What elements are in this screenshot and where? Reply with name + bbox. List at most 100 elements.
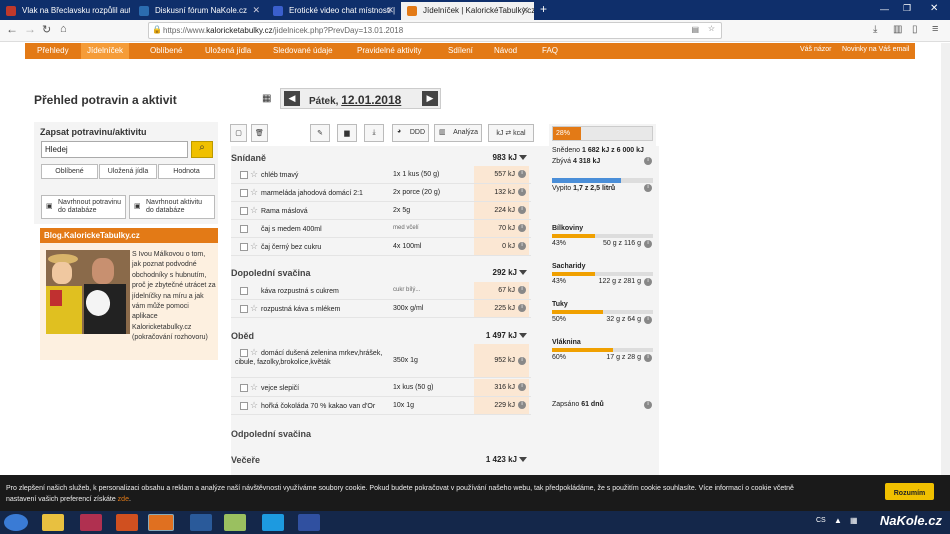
row-checkbox[interactable]	[240, 189, 248, 197]
winrar-icon[interactable]	[80, 514, 102, 531]
info-icon[interactable]: i	[518, 224, 526, 232]
page-scrollbar[interactable]	[941, 43, 950, 475]
favorite-star-icon[interactable]: ☆	[250, 187, 258, 198]
home-icon[interactable]: ⌂	[60, 23, 67, 35]
favorite-star-icon[interactable]: ☆	[250, 241, 258, 252]
menu-prehledy[interactable]: Přehledy	[37, 46, 69, 55]
info-icon[interactable]: i	[518, 170, 526, 178]
table-row[interactable]: čaj s medem 400ml med včelí 70 kJ i	[231, 220, 531, 238]
menu-sdileni[interactable]: Sdílení	[448, 46, 473, 55]
browser-tab-2[interactable]: Diskusní fórum NaKole.cz ✕	[133, 2, 265, 20]
favorite-star-icon[interactable]: ☆	[250, 205, 258, 216]
favorite-star-icon[interactable]: ☆	[250, 382, 258, 393]
tab-oblibene[interactable]: Oblíbené	[41, 164, 98, 179]
search-button[interactable]: ⌕	[191, 141, 213, 158]
section-dopoledni-svacina[interactable]: Dopolední svačina 292 kJ	[231, 268, 531, 278]
download-icon[interactable]: ⤓	[873, 24, 877, 35]
info-icon[interactable]: i	[518, 242, 526, 250]
menu-ulozena-jidla[interactable]: Uložená jídla	[205, 46, 251, 55]
info-icon[interactable]: i	[518, 188, 526, 196]
select-all-checkbox[interactable]: ▢	[230, 124, 247, 142]
close-tab-icon[interactable]: ✕	[521, 5, 529, 16]
close-window-icon[interactable]: ✕	[930, 3, 938, 14]
close-tab-icon[interactable]: ✕	[252, 5, 260, 16]
reader-view-icon[interactable]: ▤	[691, 25, 699, 34]
library-icon[interactable]: ▥	[893, 24, 902, 35]
blog-photo[interactable]	[46, 250, 130, 334]
tab-hodnota[interactable]: Hodnota	[158, 164, 215, 179]
language-indicator[interactable]: CS	[816, 517, 826, 524]
row-checkbox[interactable]	[240, 287, 248, 295]
save-download-icon[interactable]: ⤓	[364, 124, 384, 142]
start-button-icon[interactable]	[4, 514, 28, 531]
firefox-icon[interactable]	[148, 514, 174, 531]
table-row[interactable]: ☆ chléb tmavý 1x 1 kus (50 g) 557 kJ i	[231, 166, 531, 184]
url-bar[interactable]: 🔒 https://www.kaloricketabulky.cz/jideln…	[148, 22, 722, 39]
info-icon[interactable]: i	[644, 316, 652, 324]
menu-oblibene[interactable]: Oblíbené	[150, 46, 182, 55]
ddd-button[interactable]: ◕ DDD	[392, 124, 429, 142]
info-icon[interactable]: i	[644, 157, 652, 165]
row-checkbox[interactable]	[240, 402, 248, 410]
cookie-more-link[interactable]: zde	[118, 496, 129, 503]
network-icon[interactable]: ▦	[850, 516, 858, 525]
row-checkbox[interactable]	[240, 207, 248, 215]
info-icon[interactable]: i	[518, 286, 526, 294]
menu-pravidelne-aktivity[interactable]: Pravidelné aktivity	[357, 46, 421, 55]
table-row[interactable]: ☆ Rama máslová 2x 5g 224 kJ i	[231, 202, 531, 220]
info-icon[interactable]: i	[518, 206, 526, 214]
info-icon[interactable]: i	[644, 401, 652, 409]
info-icon[interactable]: i	[644, 240, 652, 248]
menu-vas-nazor[interactable]: Váš názor	[800, 46, 832, 53]
reload-icon[interactable]: ↻	[42, 23, 51, 36]
row-checkbox[interactable]	[240, 243, 248, 251]
table-row[interactable]: ☆ hořká čokoláda 70 % kakao van d'Or 10x 1…	[231, 397, 531, 415]
table-row[interactable]: ☆ čaj černý bez cukru 4x 100ml 0 kJ i	[231, 238, 531, 256]
favorite-star-icon[interactable]: ☆	[250, 303, 258, 314]
menu-sledovane-udaje[interactable]: Sledované údaje	[273, 46, 333, 55]
row-checkbox[interactable]	[240, 384, 248, 392]
table-row[interactable]: ☆ rozpustná káva s mlékem 300x g/ml 225 kJ i	[231, 300, 531, 318]
info-icon[interactable]: i	[644, 184, 652, 192]
search-input[interactable]: Hledej	[41, 141, 188, 158]
info-icon[interactable]: i	[644, 278, 652, 286]
menu-hamburger-icon[interactable]: ≡	[932, 23, 938, 35]
analyza-button[interactable]: ▥ Analýza	[434, 124, 482, 142]
section-odpoledni-svacina[interactable]: Odpolední svačina	[231, 429, 531, 439]
new-tab-icon[interactable]: +	[540, 2, 547, 16]
forward-icon[interactable]: →	[24, 22, 36, 36]
info-icon[interactable]: i	[518, 383, 526, 391]
blog-title[interactable]: Blog.KalorickeTabulky.cz	[40, 228, 218, 243]
table-row[interactable]: ☆ marmeláda jahodová domácí 2:1 2x porce (…	[231, 184, 531, 202]
row-checkbox[interactable]	[240, 225, 248, 233]
info-icon[interactable]: i	[644, 354, 652, 362]
bookmark-star-icon[interactable]: ☆	[708, 24, 715, 33]
menu-faq[interactable]: FAQ	[542, 46, 558, 55]
unit-toggle-button[interactable]: kJ ⇄ kcal	[488, 124, 534, 142]
propose-activity-button[interactable]: ▣ Navrhnout aktivitu do databáze	[129, 195, 215, 219]
favorite-star-icon[interactable]: ☆	[250, 400, 258, 411]
explorer-icon[interactable]	[42, 514, 64, 531]
delete-icon[interactable]: 🗑	[251, 124, 268, 142]
info-icon[interactable]: i	[518, 401, 526, 409]
app-icon[interactable]	[298, 514, 320, 531]
next-day-button[interactable]: ▶	[422, 91, 438, 106]
menu-jidelnicek[interactable]: Jídelníček	[81, 43, 130, 59]
table-row[interactable]: káva rozpustná s cukrem cukr bílý... 67 kJ…	[231, 282, 531, 300]
current-date[interactable]: 12.01.2018	[341, 93, 401, 107]
browser-tab-active[interactable]: Jídelníček | KalorickéTabulky.cz ✕	[401, 2, 534, 20]
outlook-icon[interactable]	[190, 514, 212, 531]
calendar-icon[interactable]: ▦	[262, 93, 271, 104]
skype-icon[interactable]	[262, 514, 284, 531]
back-icon[interactable]: ←	[6, 22, 18, 36]
section-snidane[interactable]: Snídaně 983 kJ	[231, 153, 531, 163]
edit-pencil-icon[interactable]: ✎	[310, 124, 330, 142]
previous-day-button[interactable]: ◀	[284, 91, 300, 106]
favorite-star-icon[interactable]: ☆	[250, 169, 258, 180]
row-checkbox[interactable]	[240, 305, 248, 313]
propose-food-button[interactable]: ▣ Navrhnout potravinu do databáze	[41, 195, 126, 219]
tab-ulozena-jidla[interactable]: Uložená jídla	[99, 164, 157, 179]
menu-navod[interactable]: Návod	[494, 46, 517, 55]
menu-novinky-email[interactable]: Novinky na Váš email	[842, 46, 909, 53]
sidebar-icon[interactable]: ▯	[912, 24, 918, 35]
